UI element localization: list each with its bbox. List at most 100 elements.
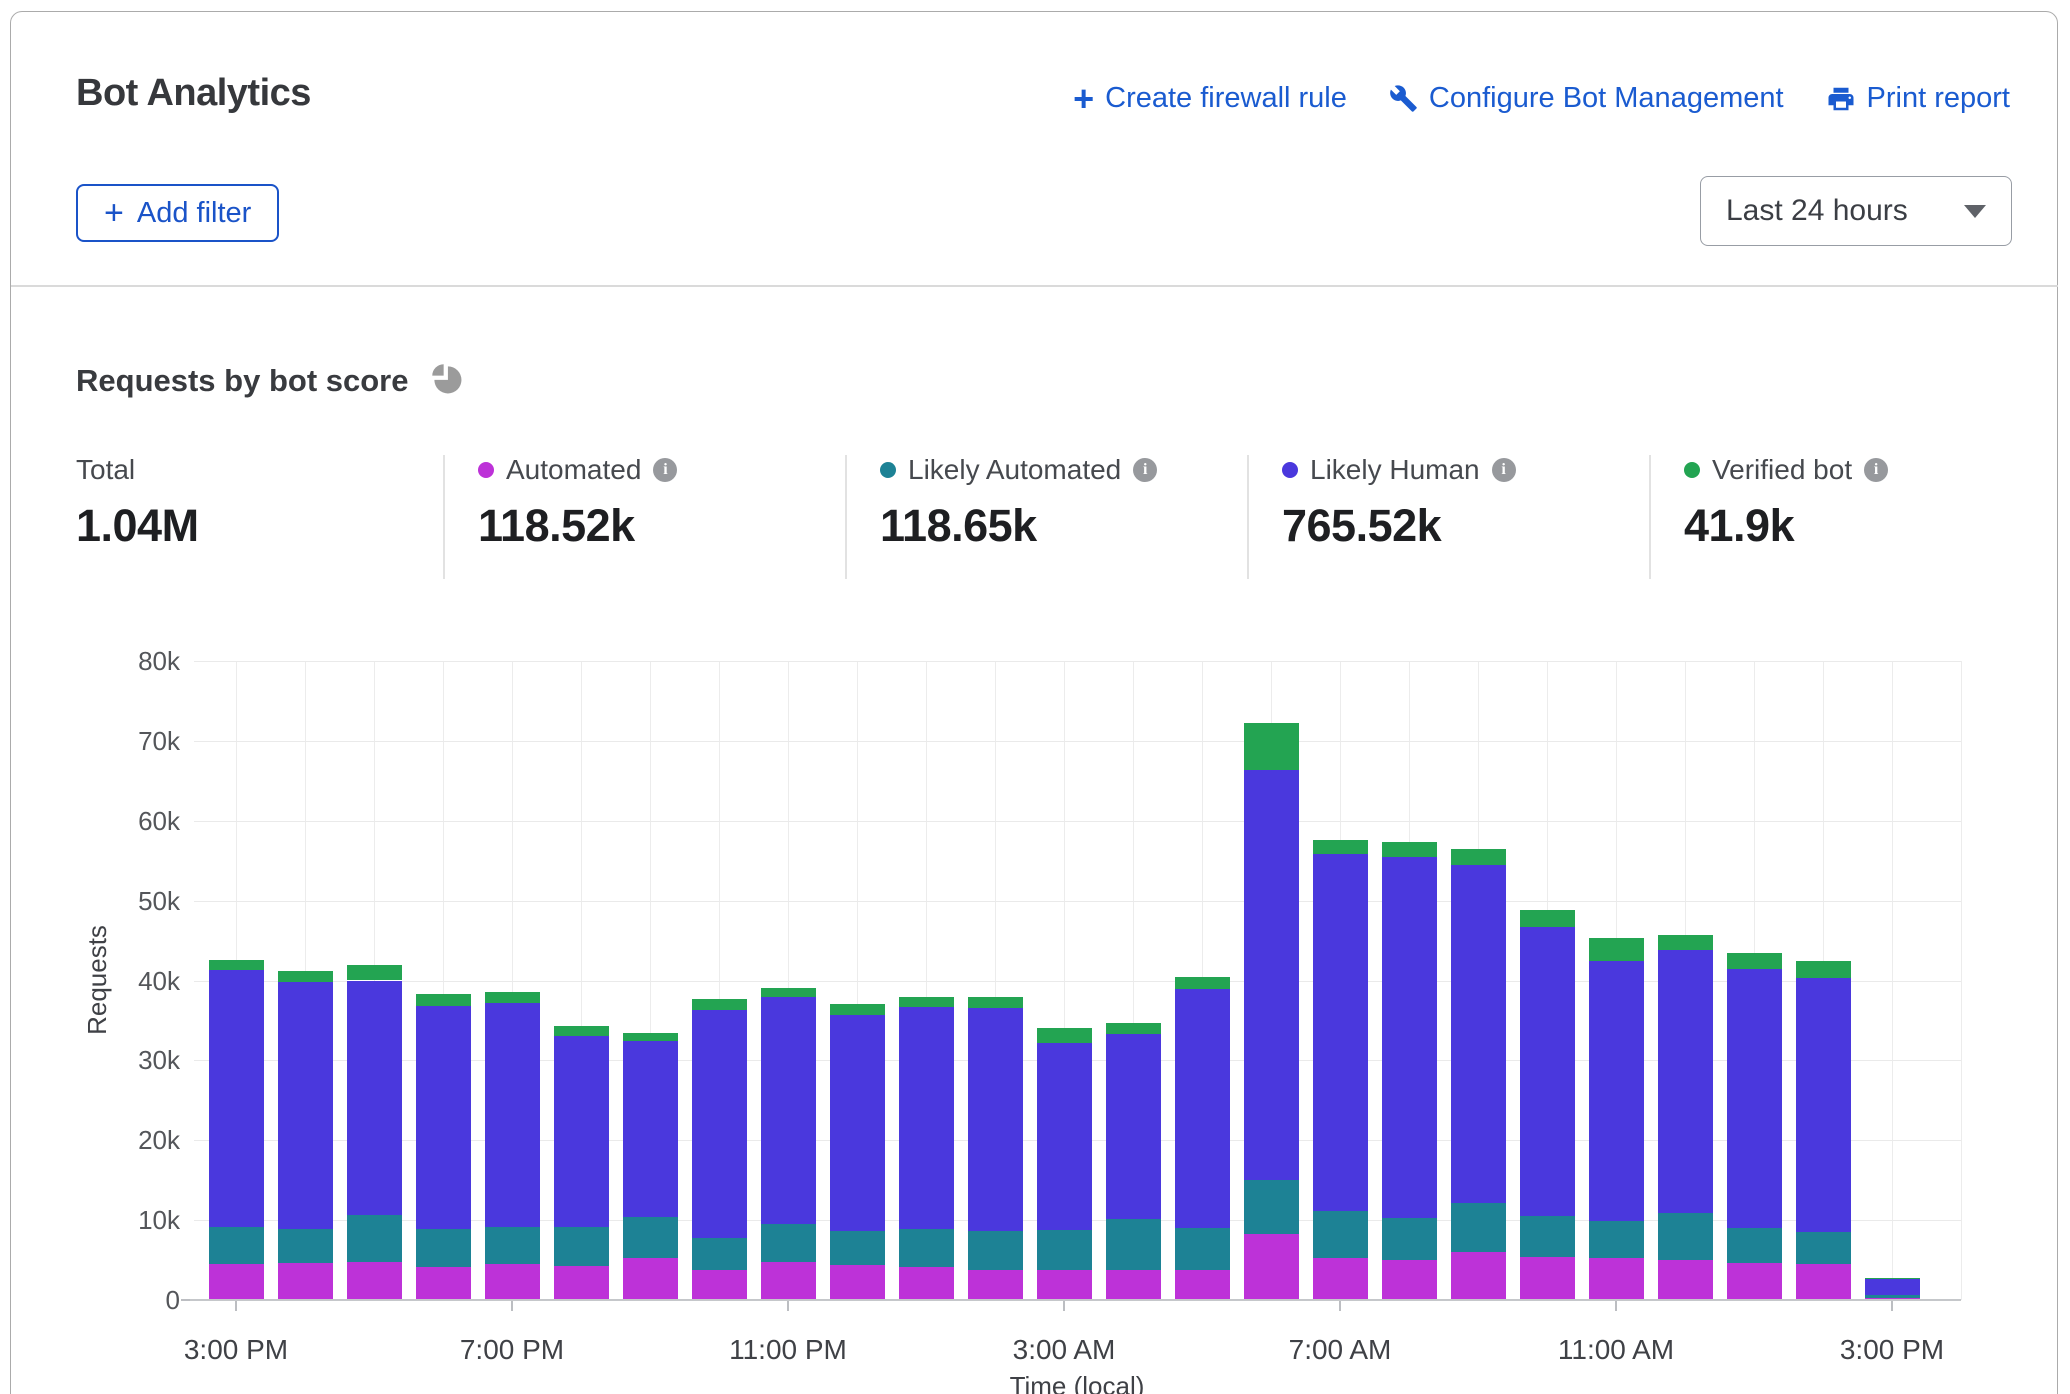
print-report-link[interactable]: Print report xyxy=(1826,82,2010,115)
likely-automated-legend-dot xyxy=(880,462,896,478)
bar-segment-verified-bot xyxy=(1106,1023,1161,1034)
print-report-label: Print report xyxy=(1867,82,2010,115)
header-actions: + Create firewall rule Configure Bot Man… xyxy=(1073,82,2010,115)
bar-segment-verified-bot xyxy=(1658,935,1713,950)
bar-segment-likely-automated xyxy=(1037,1230,1092,1270)
bar-segment-likely-human xyxy=(1313,854,1368,1211)
bar-segment-likely-human xyxy=(554,1036,609,1227)
bar-segment-likely-automated xyxy=(692,1238,747,1270)
stat-divider xyxy=(443,455,445,579)
header-divider xyxy=(11,285,2058,287)
stat-likely-automated: Likely Automated i 118.65k xyxy=(880,452,1157,552)
bar-segment-verified-bot xyxy=(1865,1278,1920,1279)
stat-total-value: 1.04M xyxy=(76,500,199,552)
bar-segment-verified-bot xyxy=(968,997,1023,1008)
bar-segment-verified-bot xyxy=(485,992,540,1003)
stat-likely-human-value: 765.52k xyxy=(1282,500,1516,552)
bar-segment-automated xyxy=(1106,1270,1161,1300)
section-title-row: Requests by bot score xyxy=(76,360,465,402)
add-filter-label: Add filter xyxy=(137,197,251,230)
bar-segment-likely-human xyxy=(1520,927,1575,1216)
configure-bot-management-label: Configure Bot Management xyxy=(1429,82,1784,115)
bar-segment-likely-human xyxy=(485,1003,540,1227)
info-icon[interactable]: i xyxy=(653,458,677,482)
info-icon[interactable]: i xyxy=(1492,458,1516,482)
bar-segment-likely-automated xyxy=(485,1227,540,1264)
bar-segment-automated xyxy=(278,1263,333,1300)
bar-segment-likely-human xyxy=(1244,770,1299,1181)
bar-segment-automated xyxy=(761,1262,816,1300)
bar-segment-likely-automated xyxy=(899,1229,954,1267)
printer-icon xyxy=(1826,84,1856,114)
stat-verified-bot-value: 41.9k xyxy=(1684,500,1888,552)
configure-bot-management-link[interactable]: Configure Bot Management xyxy=(1389,82,1784,115)
bar-segment-verified-bot xyxy=(899,997,954,1007)
bar-segment-automated xyxy=(692,1270,747,1300)
stat-total-label: Total xyxy=(76,454,135,486)
bar-segment-automated xyxy=(485,1264,540,1300)
bar-segment-verified-bot xyxy=(1796,961,1851,979)
bar-segment-likely-automated xyxy=(968,1231,1023,1270)
bar-segment-likely-automated xyxy=(1658,1213,1713,1260)
wrench-icon xyxy=(1389,84,1418,113)
bar-segment-likely-human xyxy=(1175,989,1230,1228)
plus-icon: + xyxy=(104,199,124,227)
bar-segment-automated xyxy=(1589,1258,1644,1300)
bar-segment-verified-bot xyxy=(623,1033,678,1041)
bar-segment-likely-automated xyxy=(1520,1216,1575,1257)
bar-segment-likely-human xyxy=(899,1007,954,1229)
bar-segment-automated xyxy=(899,1267,954,1300)
bar-segment-likely-automated xyxy=(761,1224,816,1262)
bar-segment-likely-human xyxy=(830,1015,885,1231)
bar-segment-automated xyxy=(209,1264,264,1300)
bar-segment-likely-automated xyxy=(554,1227,609,1265)
bar-segment-verified-bot xyxy=(347,965,402,980)
bar-segment-likely-human xyxy=(278,982,333,1229)
time-range-select[interactable]: Last 24 hours xyxy=(1700,176,2012,246)
bar-segment-likely-human xyxy=(1589,961,1644,1221)
bar-segment-likely-human xyxy=(623,1041,678,1217)
bar-segment-automated xyxy=(968,1270,1023,1300)
bar-segment-automated xyxy=(1244,1234,1299,1300)
create-firewall-rule-link[interactable]: + Create firewall rule xyxy=(1073,82,1347,115)
stat-divider xyxy=(845,455,847,579)
bar-segment-verified-bot xyxy=(692,999,747,1010)
stat-likely-human-label: Likely Human xyxy=(1310,454,1480,486)
stat-verified-bot-label: Verified bot xyxy=(1712,454,1852,486)
bar-segment-likely-human xyxy=(1382,857,1437,1217)
add-filter-button[interactable]: + Add filter xyxy=(76,184,279,242)
bar-segment-likely-automated xyxy=(830,1231,885,1265)
stat-total: Total 1.04M xyxy=(76,452,199,552)
stat-automated-label: Automated xyxy=(506,454,641,486)
bar-segment-automated xyxy=(1037,1270,1092,1300)
bar-segment-likely-human xyxy=(347,981,402,1215)
bar-segment-likely-human xyxy=(209,970,264,1227)
bar-segment-likely-automated xyxy=(278,1229,333,1263)
bar-segment-likely-human xyxy=(416,1006,471,1229)
bar-segment-automated xyxy=(1727,1263,1782,1300)
bar-segment-automated xyxy=(1451,1252,1506,1300)
stat-verified-bot: Verified bot i 41.9k xyxy=(1684,452,1888,552)
info-icon[interactable]: i xyxy=(1133,458,1157,482)
plus-icon: + xyxy=(1073,85,1094,113)
bar-segment-likely-human xyxy=(1106,1034,1161,1219)
automated-legend-dot xyxy=(478,462,494,478)
bar-segment-automated xyxy=(830,1265,885,1300)
bar-segment-automated xyxy=(1175,1270,1230,1300)
bar-segment-verified-bot xyxy=(1520,910,1575,927)
bar-segment-likely-automated xyxy=(1451,1203,1506,1252)
chevron-down-icon xyxy=(1964,205,1986,218)
bar-segment-automated xyxy=(554,1266,609,1300)
bar-segment-likely-automated xyxy=(1175,1228,1230,1270)
bar-segment-verified-bot xyxy=(416,994,471,1006)
bar-segment-likely-automated xyxy=(1313,1211,1368,1257)
bar-segment-automated xyxy=(1658,1260,1713,1300)
bar-segment-likely-human xyxy=(692,1010,747,1238)
stat-automated: Automated i 118.52k xyxy=(478,452,677,552)
bar-segment-verified-bot xyxy=(1589,938,1644,960)
bar-segment-verified-bot xyxy=(830,1004,885,1014)
bar-segment-automated xyxy=(1382,1260,1437,1300)
bar-segment-likely-automated xyxy=(1865,1295,1920,1297)
likely-human-legend-dot xyxy=(1282,462,1298,478)
info-icon[interactable]: i xyxy=(1864,458,1888,482)
